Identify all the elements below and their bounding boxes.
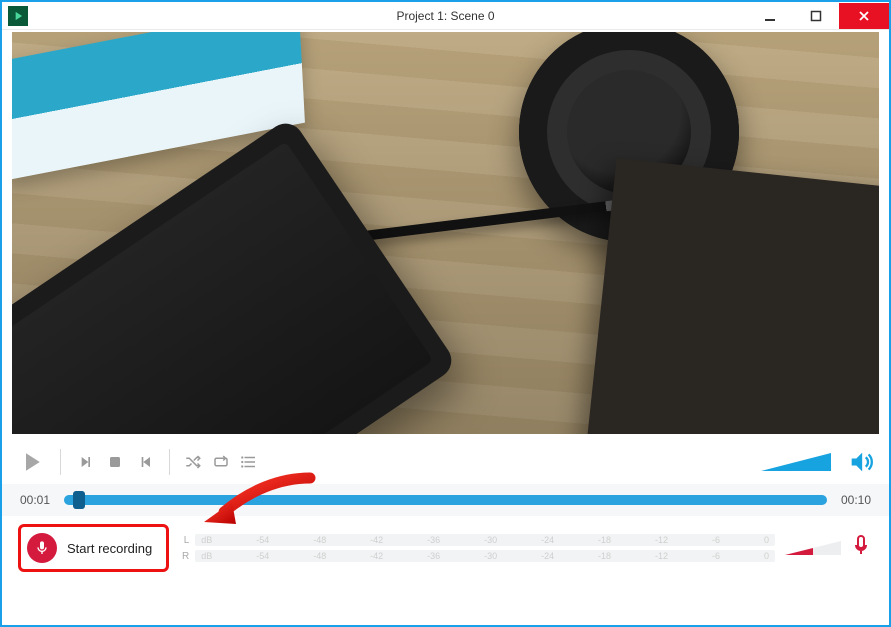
meter-bar-right: dB -54 -48 -42 -36 -30 -24 -18 -12 -6 0 bbox=[195, 550, 775, 562]
shuffle-button[interactable] bbox=[184, 453, 202, 471]
window-controls bbox=[747, 3, 889, 29]
speaker-icon[interactable] bbox=[847, 448, 875, 476]
timeline: 00:01 00:10 bbox=[2, 484, 889, 516]
loop-button[interactable] bbox=[212, 453, 230, 471]
playback-toolbar bbox=[2, 440, 889, 484]
start-recording-button[interactable]: Start recording bbox=[18, 524, 169, 572]
microphone-icon bbox=[27, 533, 57, 563]
divider bbox=[60, 449, 61, 475]
minimize-button[interactable] bbox=[747, 3, 793, 29]
close-button[interactable] bbox=[839, 3, 889, 29]
window-title: Project 1: Scene 0 bbox=[396, 9, 494, 23]
recording-panel: Start recording L dB -54 -48 -42 -36 -30… bbox=[2, 516, 889, 584]
maximize-button[interactable] bbox=[793, 3, 839, 29]
divider bbox=[169, 449, 170, 475]
meter-channel-right: R bbox=[179, 551, 189, 562]
mic-volume-slider[interactable] bbox=[785, 539, 841, 557]
time-total: 00:10 bbox=[841, 493, 871, 507]
titlebar: Project 1: Scene 0 bbox=[2, 2, 889, 30]
start-recording-label: Start recording bbox=[67, 541, 152, 556]
playlist-button[interactable] bbox=[240, 453, 258, 471]
mic-volume-control bbox=[785, 534, 873, 563]
timeline-playhead[interactable] bbox=[73, 491, 85, 509]
video-preview[interactable] bbox=[12, 32, 879, 434]
stop-button[interactable] bbox=[105, 452, 125, 472]
microphone-icon[interactable] bbox=[849, 534, 873, 563]
time-current: 00:01 bbox=[20, 493, 50, 507]
meter-bar-left: dB -54 -48 -42 -36 -30 -24 -18 -12 -6 0 bbox=[195, 534, 775, 546]
prev-frame-button[interactable] bbox=[75, 452, 95, 472]
volume-slider[interactable] bbox=[761, 451, 831, 473]
timeline-track[interactable] bbox=[64, 495, 827, 505]
app-window: Project 1: Scene 0 bbox=[0, 0, 891, 627]
next-frame-button[interactable] bbox=[135, 452, 155, 472]
play-button[interactable] bbox=[16, 447, 46, 477]
meter-channel-left: L bbox=[179, 535, 189, 546]
app-icon bbox=[8, 6, 28, 26]
audio-level-meters: L dB -54 -48 -42 -36 -30 -24 -18 -12 -6 … bbox=[179, 534, 775, 562]
